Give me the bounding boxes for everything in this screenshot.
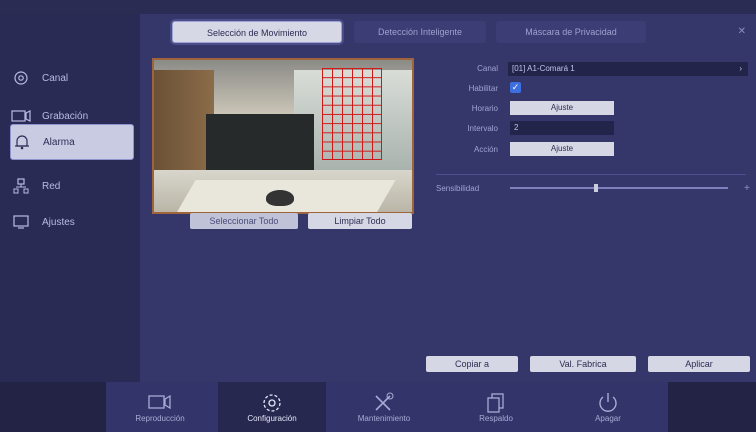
- sidebar-item-label: Red: [42, 180, 61, 192]
- interval-field[interactable]: 2: [510, 121, 614, 135]
- motion-detection-grid[interactable]: [322, 68, 382, 160]
- apply-button[interactable]: Aplicar: [648, 356, 750, 372]
- sidebar-item-network[interactable]: Red: [10, 168, 134, 204]
- camera-icon: [10, 69, 32, 87]
- sidebar-item-label: Ajustes: [42, 216, 75, 228]
- bottom-item-label: Reproducción: [135, 414, 185, 423]
- bottom-item-backup[interactable]: Respaldo: [442, 382, 550, 432]
- maintenance-tools-icon: [372, 392, 396, 412]
- sidebar-item-alarm[interactable]: Alarma: [10, 124, 134, 160]
- sidebar-item-label: Grabación: [42, 110, 89, 122]
- bottom-item-playback[interactable]: Reproducción: [106, 382, 214, 432]
- bottom-item-configuration[interactable]: Configuración: [218, 382, 326, 432]
- close-icon[interactable]: ✕: [738, 26, 746, 37]
- sensitivity-slider[interactable]: [510, 187, 728, 189]
- clear-all-button[interactable]: Limpiar Todo: [308, 213, 412, 229]
- backup-icon: [484, 392, 508, 413]
- enable-label: Habilitar: [468, 84, 498, 93]
- action-label: Acción: [473, 145, 498, 154]
- bottom-item-shutdown[interactable]: Apagar: [554, 382, 662, 432]
- sidebar-item-label: Canal: [42, 72, 69, 84]
- copy-to-button[interactable]: Copiar a: [426, 356, 518, 372]
- tab-motion-selection[interactable]: Selección de Movimiento: [172, 21, 342, 43]
- preview-scene: [266, 190, 294, 206]
- select-all-button[interactable]: Seleccionar Todo: [190, 213, 298, 229]
- plus-icon[interactable]: +: [744, 183, 750, 194]
- settings-gear-icon: [260, 392, 284, 412]
- action-button[interactable]: Ajuste: [510, 142, 614, 156]
- bottom-item-label: Apagar: [595, 414, 621, 423]
- playback-icon: [148, 392, 172, 412]
- sidebar-item-settings[interactable]: Ajustes: [10, 204, 134, 240]
- sensitivity-slider-thumb[interactable]: [594, 184, 598, 192]
- channel-value: [01] A1-Comará 1: [512, 64, 575, 73]
- sidebar-item-label: Alarma: [43, 136, 75, 148]
- sidebar-item-channel[interactable]: Canal: [10, 60, 134, 96]
- bottom-item-maintenance[interactable]: Mantenimiento: [330, 382, 438, 432]
- divider: [436, 174, 746, 175]
- chevron-down-icon: ›: [739, 64, 742, 73]
- bottom-item-label: Respaldo: [479, 414, 513, 423]
- tab-smart-detection[interactable]: Detección Inteligente: [354, 21, 486, 43]
- factory-default-button[interactable]: Val. Fabrica: [530, 356, 636, 372]
- channel-label: Canal: [477, 64, 498, 73]
- channel-select[interactable]: [01] A1-Comará 1 ›: [508, 62, 748, 76]
- schedule-button[interactable]: Ajuste: [510, 101, 614, 115]
- bottom-item-label: Mantenimiento: [357, 414, 411, 423]
- monitor-icon: [10, 213, 32, 231]
- privacy-mask-region: [206, 114, 314, 170]
- bottom-nav: Reproducción Configuración Mantenimiento…: [106, 382, 668, 432]
- record-icon: [10, 107, 32, 125]
- bottom-bar: Reproducción Configuración Mantenimiento…: [0, 382, 756, 432]
- network-icon: [10, 177, 32, 195]
- sensitivity-label: Sensibilidad: [436, 184, 480, 193]
- tab-privacy-mask[interactable]: Máscara de Privacidad: [496, 21, 646, 43]
- interval-label: Intervalo: [467, 124, 498, 133]
- sidebar: Canal Grabación Alarma Red Ajustes: [0, 14, 140, 382]
- camera-preview[interactable]: [152, 58, 414, 214]
- bottom-item-label: Configuración: [247, 414, 297, 423]
- power-icon: [596, 392, 620, 412]
- alarm-bell-icon: [11, 133, 33, 151]
- enable-checkbox[interactable]: ✓: [510, 82, 521, 93]
- schedule-label: Horario: [471, 104, 498, 113]
